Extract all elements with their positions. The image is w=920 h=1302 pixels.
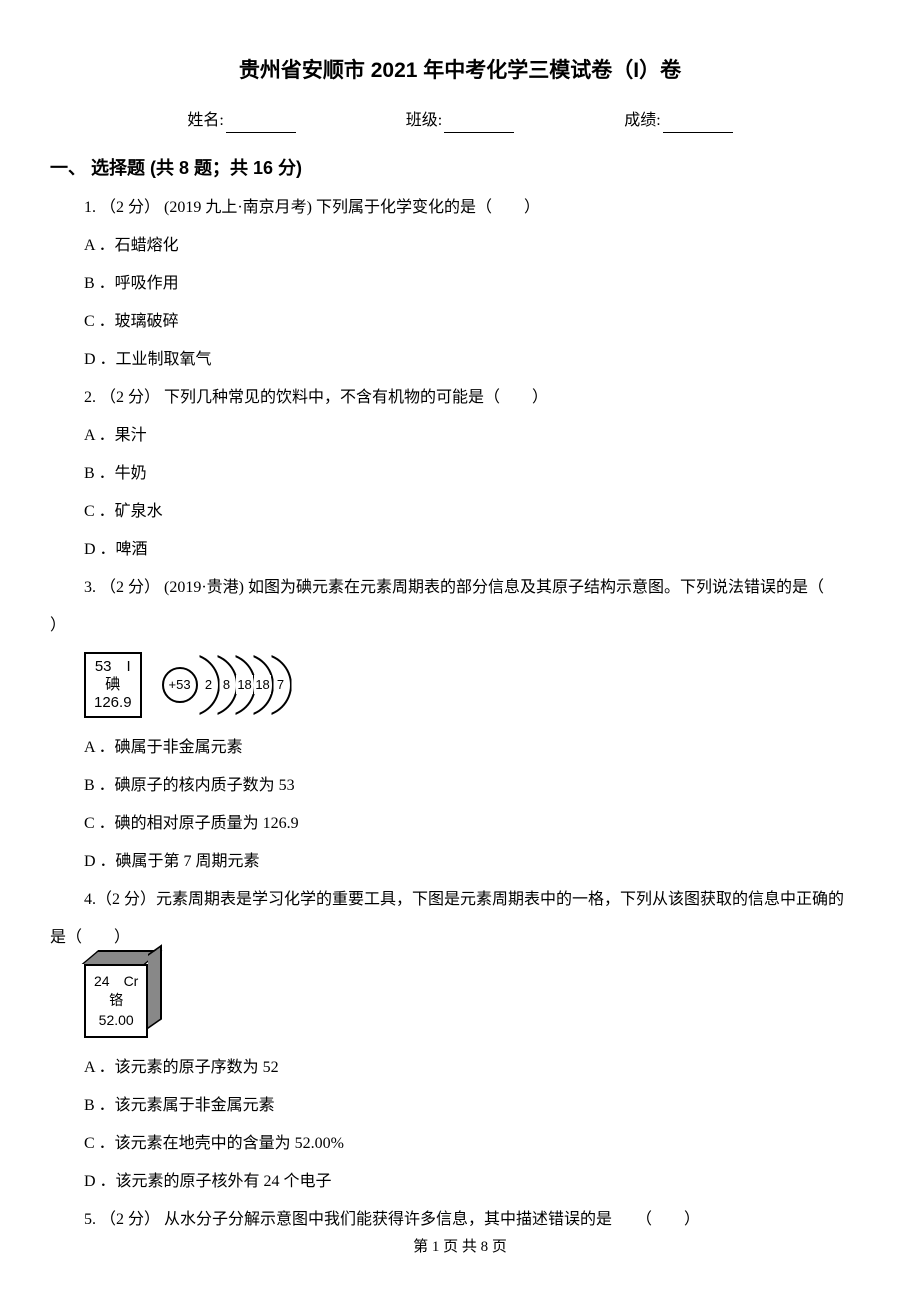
q2-option-b[interactable]: B ．牛奶: [84, 462, 870, 486]
question-4: 4.（2 分）元素周期表是学习化学的重要工具，下图是元素周期表中的一格，下列从该…: [50, 888, 870, 1195]
q2-stem: 2. （2 分） 下列几种常见的饮料中，不含有机物的可能是（ ）: [84, 386, 870, 410]
q1-stem: 1. （2 分） (2019 九上·南京月考) 下列属于化学变化的是（ ）: [84, 196, 870, 220]
iodine-number-symbol: 53 I: [94, 658, 132, 676]
q1-option-b[interactable]: B ．呼吸作用: [84, 272, 870, 296]
q3-figure: 53 I 碘 126.9 +53 2 8 18 18 7: [84, 652, 870, 718]
chromium-mass: 52.00: [94, 1011, 138, 1031]
q4-option-c[interactable]: C ．该元素在地壳中的含量为 52.00%: [84, 1132, 870, 1156]
name-label: 姓名:: [187, 112, 223, 129]
q3-option-c[interactable]: C ．碘的相对原子质量为 126.9: [84, 812, 870, 836]
q2-option-a[interactable]: A ．果汁: [84, 424, 870, 448]
iodine-atom-diagram: +53 2 8 18 18 7: [162, 655, 290, 715]
q5-stem: 5. （2 分） 从水分子分解示意图中我们能获得许多信息，其中描述错误的是 （ …: [84, 1208, 870, 1232]
score-label: 成绩:: [624, 112, 660, 129]
q3-stem: 3. （2 分） (2019·贵港) 如图为碘元素在元素周期表的部分信息及其原子…: [84, 576, 870, 600]
q4-figure: 24 Cr 铬 52.00: [84, 964, 174, 1039]
question-1: 1. （2 分） (2019 九上·南京月考) 下列属于化学变化的是（ ） A …: [50, 196, 870, 372]
shell-1: 2: [200, 655, 218, 715]
chromium-number-symbol: 24 Cr: [94, 972, 138, 992]
q4-option-b[interactable]: B ．该元素属于非金属元素: [84, 1094, 870, 1118]
q4-option-d[interactable]: D ．该元素的原子核外有 24 个电子: [84, 1170, 870, 1194]
page-footer: 第 1 页 共 8 页: [50, 1236, 870, 1259]
class-field[interactable]: 班级:: [406, 109, 514, 133]
q1-option-a[interactable]: A ．石蜡熔化: [84, 234, 870, 258]
q3-option-b[interactable]: B ．碘原子的核内质子数为 53: [84, 774, 870, 798]
shell-4: 18: [254, 655, 272, 715]
shell-3: 18: [236, 655, 254, 715]
nucleus: +53: [162, 667, 198, 703]
question-5: 5. （2 分） 从水分子分解示意图中我们能获得许多信息，其中描述错误的是 （ …: [50, 1208, 870, 1232]
q4-stem: 4.（2 分）元素周期表是学习化学的重要工具，下图是元素周期表中的一格，下列从该…: [84, 888, 870, 912]
question-2: 2. （2 分） 下列几种常见的饮料中，不含有机物的可能是（ ） A ．果汁 B…: [50, 386, 870, 562]
q2-option-d[interactable]: D ．啤酒: [84, 538, 870, 562]
q4-stem-end: 是（ ）: [50, 926, 870, 950]
chromium-pt-cell: 24 Cr 铬 52.00: [84, 964, 148, 1039]
shell-2: 8: [218, 655, 236, 715]
question-3: 3. （2 分） (2019·贵港) 如图为碘元素在元素周期表的部分信息及其原子…: [50, 576, 870, 874]
q2-option-c[interactable]: C ．矿泉水: [84, 500, 870, 524]
section-1-header: 一、 选择题 (共 8 题；共 16 分): [50, 155, 870, 182]
chromium-name: 铬: [94, 991, 138, 1011]
q3-stem-end: ）: [50, 614, 870, 638]
iodine-pt-cell: 53 I 碘 126.9: [84, 652, 142, 718]
student-info-row: 姓名: 班级: 成绩:: [50, 109, 870, 133]
exam-title: 贵州省安顺市 2021 年中考化学三模试卷（I）卷: [50, 55, 870, 87]
name-field[interactable]: 姓名:: [187, 109, 295, 133]
q3-option-a[interactable]: A ．碘属于非金属元素: [84, 736, 870, 760]
score-field[interactable]: 成绩:: [624, 109, 732, 133]
shell-5: 7: [272, 655, 290, 715]
class-label: 班级:: [406, 112, 442, 129]
iodine-mass: 126.9: [94, 694, 132, 712]
iodine-name: 碘: [94, 676, 132, 694]
q3-option-d[interactable]: D ．碘属于第 7 周期元素: [84, 850, 870, 874]
q1-option-c[interactable]: C ．玻璃破碎: [84, 310, 870, 334]
q1-option-d[interactable]: D ．工业制取氧气: [84, 348, 870, 372]
q4-option-a[interactable]: A ．该元素的原子序数为 52: [84, 1056, 870, 1080]
